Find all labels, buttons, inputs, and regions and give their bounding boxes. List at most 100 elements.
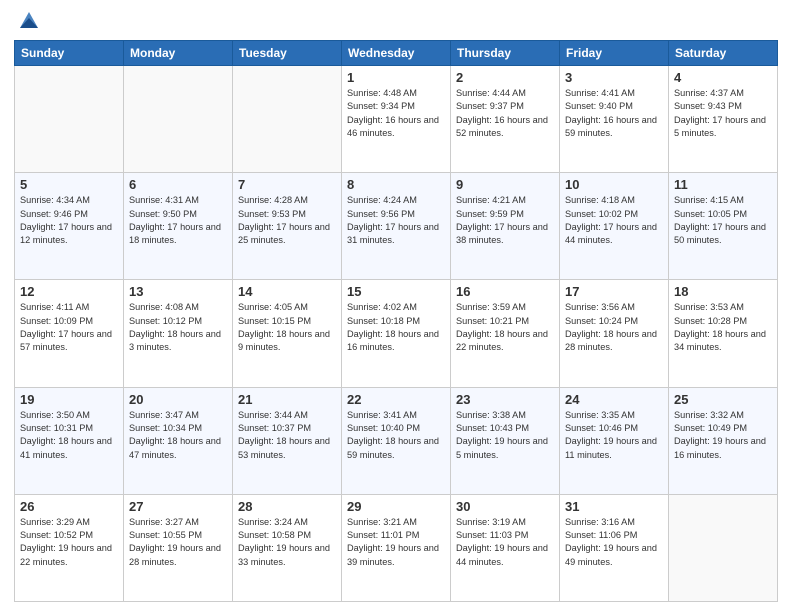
- day-number: 17: [565, 284, 663, 299]
- day-number: 20: [129, 392, 227, 407]
- day-number: 7: [238, 177, 336, 192]
- calendar-week-row: 26 Sunrise: 3:29 AM Sunset: 10:52 PM Dayl…: [15, 494, 778, 601]
- day-info: Sunrise: 4:44 AM Sunset: 9:37 PM Dayligh…: [456, 87, 554, 140]
- calendar-cell: 29 Sunrise: 3:21 AM Sunset: 11:01 PM Dayl…: [342, 494, 451, 601]
- calendar-cell: 20Sunrise: 3:47 AM Sunset: 10:34 PM Dayl…: [124, 387, 233, 494]
- day-info: Sunrise: 3:32 AM Sunset: 10:49 PM Daylig…: [674, 409, 772, 462]
- day-info: Sunrise: 3:41 AM Sunset: 10:40 PM Daylig…: [347, 409, 445, 462]
- day-info: Sunrise: 3:21 AM Sunset: 11:01 PM Daylig…: [347, 516, 445, 569]
- day-info: Sunrise: 3:44 AM Sunset: 10:37 PM Daylig…: [238, 409, 336, 462]
- calendar-table: SundayMondayTuesdayWednesdayThursdayFrid…: [14, 40, 778, 602]
- calendar-cell: 2 Sunrise: 4:44 AM Sunset: 9:37 PM Daylig…: [451, 66, 560, 173]
- calendar-cell: 10 Sunrise: 4:18 AM Sunset: 10:02 PM Dayl…: [560, 173, 669, 280]
- day-info: Sunrise: 3:27 AM Sunset: 10:55 PM Daylig…: [129, 516, 227, 569]
- day-number: 26: [20, 499, 118, 514]
- calendar-day-header: Monday: [124, 41, 233, 66]
- calendar-day-header: Thursday: [451, 41, 560, 66]
- day-info: Sunrise: 4:08 AM Sunset: 10:12 PM Daylig…: [129, 301, 227, 354]
- day-info: Sunrise: 3:16 AM Sunset: 11:06 PM Daylig…: [565, 516, 663, 569]
- day-number: 22: [347, 392, 445, 407]
- calendar-week-row: 12 Sunrise: 4:11 AM Sunset: 10:09 PM Dayl…: [15, 280, 778, 387]
- logo: [14, 10, 40, 32]
- day-info: Sunrise: 4:18 AM Sunset: 10:02 PM Daylig…: [565, 194, 663, 247]
- calendar-cell: 13 Sunrise: 4:08 AM Sunset: 10:12 PM Dayl…: [124, 280, 233, 387]
- day-info: Sunrise: 3:19 AM Sunset: 11:03 PM Daylig…: [456, 516, 554, 569]
- day-info: Sunrise: 3:59 AM Sunset: 10:21 PM Daylig…: [456, 301, 554, 354]
- calendar-cell: 25 Sunrise: 3:32 AM Sunset: 10:49 PM Dayl…: [669, 387, 778, 494]
- day-info: Sunrise: 4:31 AM Sunset: 9:50 PM Dayligh…: [129, 194, 227, 247]
- calendar-week-row: 19 Sunrise: 3:50 AM Sunset: 10:31 PM Dayl…: [15, 387, 778, 494]
- calendar-cell: 5 Sunrise: 4:34 AM Sunset: 9:46 PM Daylig…: [15, 173, 124, 280]
- day-info: Sunrise: 4:37 AM Sunset: 9:43 PM Dayligh…: [674, 87, 772, 140]
- day-info: Sunrise: 3:50 AM Sunset: 10:31 PM Daylig…: [20, 409, 118, 462]
- day-number: 3: [565, 70, 663, 85]
- day-number: 19: [20, 392, 118, 407]
- day-info: Sunrise: 4:11 AM Sunset: 10:09 PM Daylig…: [20, 301, 118, 354]
- calendar-cell: 18 Sunrise: 3:53 AM Sunset: 10:28 PM Dayl…: [669, 280, 778, 387]
- day-number: 13: [129, 284, 227, 299]
- day-info: Sunrise: 4:02 AM Sunset: 10:18 PM Daylig…: [347, 301, 445, 354]
- day-info: Sunrise: 4:24 AM Sunset: 9:56 PM Dayligh…: [347, 194, 445, 247]
- calendar-cell: [233, 66, 342, 173]
- calendar-cell: [669, 494, 778, 601]
- calendar-week-row: 1Sunrise: 4:48 AM Sunset: 9:34 PM Daylig…: [15, 66, 778, 173]
- day-number: 11: [674, 177, 772, 192]
- calendar-day-header: Friday: [560, 41, 669, 66]
- day-info: Sunrise: 4:21 AM Sunset: 9:59 PM Dayligh…: [456, 194, 554, 247]
- calendar-cell: 26 Sunrise: 3:29 AM Sunset: 10:52 PM Dayl…: [15, 494, 124, 601]
- calendar-cell: 30 Sunrise: 3:19 AM Sunset: 11:03 PM Dayl…: [451, 494, 560, 601]
- day-number: 25: [674, 392, 772, 407]
- calendar-cell: 6Sunrise: 4:31 AM Sunset: 9:50 PM Daylig…: [124, 173, 233, 280]
- calendar-day-header: Tuesday: [233, 41, 342, 66]
- day-number: 2: [456, 70, 554, 85]
- calendar-cell: 21 Sunrise: 3:44 AM Sunset: 10:37 PM Dayl…: [233, 387, 342, 494]
- calendar-cell: 4 Sunrise: 4:37 AM Sunset: 9:43 PM Daylig…: [669, 66, 778, 173]
- day-info: Sunrise: 3:53 AM Sunset: 10:28 PM Daylig…: [674, 301, 772, 354]
- calendar-cell: [124, 66, 233, 173]
- calendar-cell: 17 Sunrise: 3:56 AM Sunset: 10:24 PM Dayl…: [560, 280, 669, 387]
- day-number: 8: [347, 177, 445, 192]
- day-info: Sunrise: 4:15 AM Sunset: 10:05 PM Daylig…: [674, 194, 772, 247]
- calendar-day-header: Wednesday: [342, 41, 451, 66]
- calendar-day-header: Saturday: [669, 41, 778, 66]
- day-number: 23: [456, 392, 554, 407]
- day-number: 16: [456, 284, 554, 299]
- calendar-cell: 27 Sunrise: 3:27 AM Sunset: 10:55 PM Dayl…: [124, 494, 233, 601]
- calendar-week-row: 5 Sunrise: 4:34 AM Sunset: 9:46 PM Daylig…: [15, 173, 778, 280]
- day-number: 15: [347, 284, 445, 299]
- day-number: 30: [456, 499, 554, 514]
- day-info: Sunrise: 3:29 AM Sunset: 10:52 PM Daylig…: [20, 516, 118, 569]
- day-info: Sunrise: 4:28 AM Sunset: 9:53 PM Dayligh…: [238, 194, 336, 247]
- day-number: 28: [238, 499, 336, 514]
- calendar-day-header: Sunday: [15, 41, 124, 66]
- calendar-cell: 28Sunrise: 3:24 AM Sunset: 10:58 PM Dayl…: [233, 494, 342, 601]
- calendar-cell: 1Sunrise: 4:48 AM Sunset: 9:34 PM Daylig…: [342, 66, 451, 173]
- day-number: 5: [20, 177, 118, 192]
- page: SundayMondayTuesdayWednesdayThursdayFrid…: [0, 0, 792, 612]
- calendar-cell: 9Sunrise: 4:21 AM Sunset: 9:59 PM Daylig…: [451, 173, 560, 280]
- logo-icon: [18, 10, 40, 32]
- day-number: 10: [565, 177, 663, 192]
- calendar-cell: 8 Sunrise: 4:24 AM Sunset: 9:56 PM Daylig…: [342, 173, 451, 280]
- calendar-cell: 24Sunrise: 3:35 AM Sunset: 10:46 PM Dayl…: [560, 387, 669, 494]
- day-number: 18: [674, 284, 772, 299]
- day-number: 1: [347, 70, 445, 85]
- header: [14, 10, 778, 32]
- calendar-cell: [15, 66, 124, 173]
- day-info: Sunrise: 4:41 AM Sunset: 9:40 PM Dayligh…: [565, 87, 663, 140]
- calendar-cell: 7 Sunrise: 4:28 AM Sunset: 9:53 PM Daylig…: [233, 173, 342, 280]
- day-number: 21: [238, 392, 336, 407]
- day-number: 31: [565, 499, 663, 514]
- calendar-cell: 3 Sunrise: 4:41 AM Sunset: 9:40 PM Daylig…: [560, 66, 669, 173]
- day-number: 4: [674, 70, 772, 85]
- day-number: 27: [129, 499, 227, 514]
- day-number: 29: [347, 499, 445, 514]
- day-info: Sunrise: 3:38 AM Sunset: 10:43 PM Daylig…: [456, 409, 554, 462]
- calendar-cell: 22 Sunrise: 3:41 AM Sunset: 10:40 PM Dayl…: [342, 387, 451, 494]
- calendar-cell: 14Sunrise: 4:05 AM Sunset: 10:15 PM Dayl…: [233, 280, 342, 387]
- calendar-header-row: SundayMondayTuesdayWednesdayThursdayFrid…: [15, 41, 778, 66]
- day-info: Sunrise: 4:34 AM Sunset: 9:46 PM Dayligh…: [20, 194, 118, 247]
- day-number: 12: [20, 284, 118, 299]
- day-info: Sunrise: 3:56 AM Sunset: 10:24 PM Daylig…: [565, 301, 663, 354]
- day-info: Sunrise: 4:05 AM Sunset: 10:15 PM Daylig…: [238, 301, 336, 354]
